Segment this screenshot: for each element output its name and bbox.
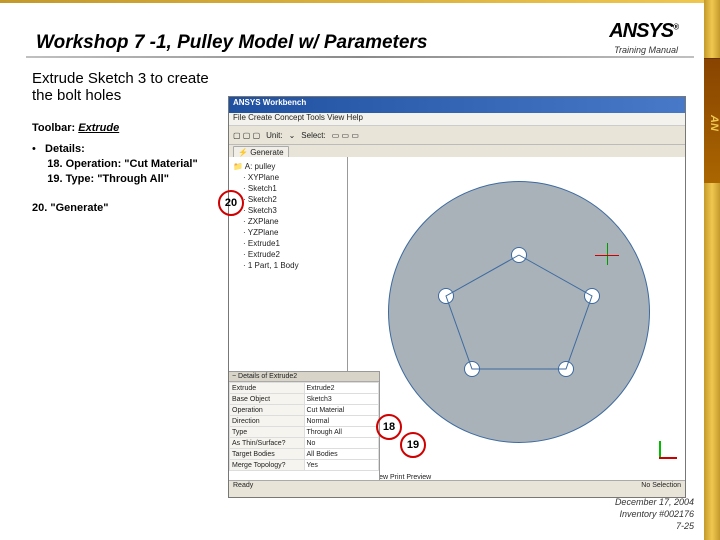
step20-line: 20. "Generate" (32, 202, 108, 214)
tree-items: · XYPlane· Sketch1· Sketch2· Sketch3· ZX… (243, 172, 343, 271)
tree-item: · Extrude1 (243, 238, 343, 249)
slide-header: Workshop 7 -1, Pulley Model w/ Parameter… (0, 12, 704, 60)
gold-accent-top (0, 0, 720, 3)
corner-triad (647, 437, 677, 467)
details-row: DirectionNormal (230, 416, 379, 427)
details-table: ExtrudeExtrude2Base ObjectSketch3Operati… (229, 382, 379, 471)
footer-date: December 17, 2004 (615, 496, 694, 508)
pentagon-lines (389, 182, 649, 442)
footer-inventory: Inventory #002176 (615, 508, 694, 520)
details-row: TypeThrough All (230, 427, 379, 438)
tree-item: · Sketch2 (243, 194, 343, 205)
step-heading: Extrude Sketch 3 to create the bolt hole… (32, 70, 226, 104)
details-row: Merge Topology?Yes (230, 460, 379, 471)
slide-footer: December 17, 2004 Inventory #002176 7-25 (615, 496, 694, 532)
ansys-logo: ANSYS® (609, 20, 678, 43)
details-row: ExtrudeExtrude2 (230, 383, 379, 394)
ansys-screenshot: ANSYS Workbench File Create Concept Tool… (228, 96, 686, 498)
screenshot-titlebar: ANSYS Workbench (229, 97, 685, 113)
details-row: As Thin/Surface?No (230, 438, 379, 449)
footer-page: 7-25 (615, 520, 694, 532)
logo-area: ANSYS® Training Manual (609, 20, 678, 55)
training-manual-label: Training Manual (609, 45, 678, 55)
status-bar: Ready No Selection (229, 480, 685, 497)
details-bullet: • Details: 18. Operation: "Cut Material"… (32, 142, 198, 187)
screenshot-toolbar-1: ▢ ▢ ▢Unit:⌄ Select:▭ ▭ ▭ (229, 126, 685, 145)
tree-item: · 1 Part, 1 Body (243, 260, 343, 271)
header-divider (26, 56, 694, 58)
origin-triad (591, 237, 627, 273)
tree-item: · ZXPlane (243, 216, 343, 227)
details-row: Target BodiesAll Bodies (230, 449, 379, 460)
tree-item: · Extrude2 (243, 249, 343, 260)
tree-item: · YZPlane (243, 227, 343, 238)
screenshot-menubar: File Create Concept Tools View Help (229, 113, 685, 126)
tree-item: · XYPlane (243, 172, 343, 183)
details-row: Base ObjectSketch3 (230, 394, 379, 405)
slide-title: Workshop 7 -1, Pulley Model w/ Parameter… (36, 32, 427, 54)
side-tab-flag: AN (704, 58, 720, 183)
callout-20: 20 (218, 190, 244, 216)
callout-18: 18 (376, 414, 402, 440)
toolbar-line: Toolbar: Extrude (32, 122, 119, 134)
callout-19: 19 (400, 432, 426, 458)
details-row: OperationCut Material (230, 405, 379, 416)
details-header: − Details of Extrude2 (229, 372, 379, 382)
tree-item: · Sketch1 (243, 183, 343, 194)
tree-root: 📁 A: pulley (233, 161, 343, 172)
tree-item: · Sketch3 (243, 205, 343, 216)
pulley-face (388, 181, 650, 443)
details-panel: − Details of Extrude2 ExtrudeExtrude2Bas… (229, 371, 380, 483)
